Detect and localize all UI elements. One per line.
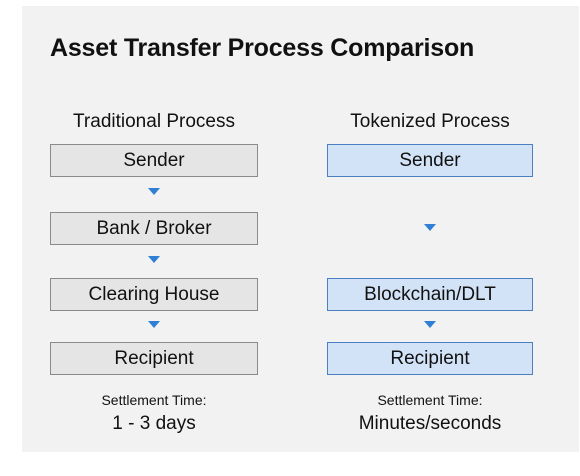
tokenized-step-recipient: Recipient <box>327 342 533 375</box>
down-arrow-icon <box>148 321 160 328</box>
tokenized-settlement-label: Settlement Time: <box>377 392 483 408</box>
traditional-step-sender: Sender <box>50 144 258 177</box>
traditional-step-bank-broker: Bank / Broker <box>50 212 258 245</box>
traditional-settlement-value: 1 - 3 days <box>112 413 196 434</box>
down-arrow-icon <box>148 256 160 263</box>
tokenized-settlement-value: Minutes/seconds <box>358 413 502 434</box>
down-arrow-icon <box>424 224 436 231</box>
down-arrow-icon <box>424 321 436 328</box>
traditional-step-clearing-house: Clearing House <box>50 278 258 311</box>
tokenized-heading: Tokenized Process <box>350 111 510 132</box>
diagram-title: Asset Transfer Process Comparison <box>50 34 475 62</box>
traditional-heading: Traditional Process <box>73 111 235 132</box>
traditional-settlement-label: Settlement Time: <box>101 392 207 408</box>
down-arrow-icon <box>148 188 160 195</box>
traditional-step-recipient: Recipient <box>50 342 258 375</box>
tokenized-step-blockchain-dlt: Blockchain/DLT <box>327 278 533 311</box>
tokenized-step-sender: Sender <box>327 144 533 177</box>
